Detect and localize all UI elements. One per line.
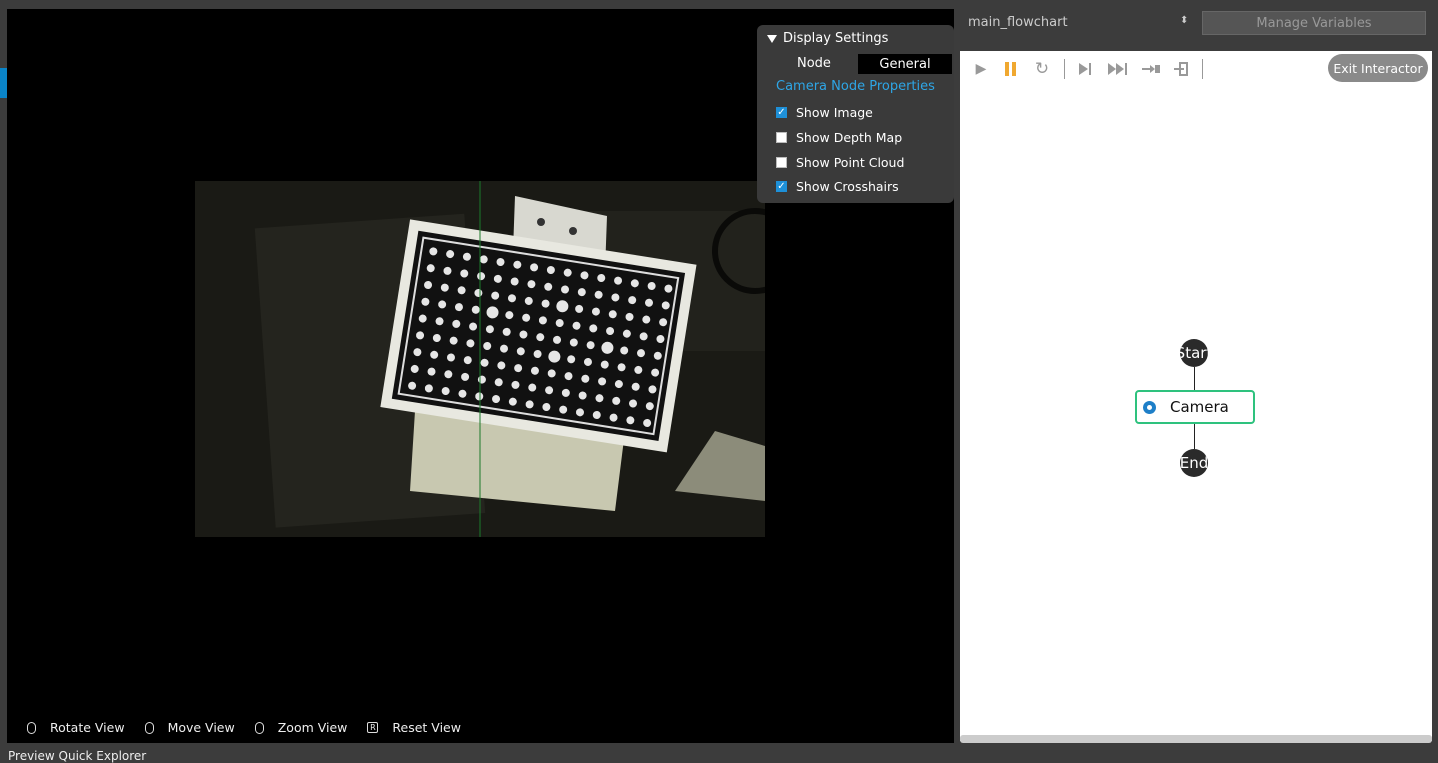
display-settings-title: Display Settings	[783, 31, 889, 46]
mouse-right-icon	[144, 721, 154, 734]
camera-node-label: Camera	[1170, 398, 1229, 416]
node-label: Node	[797, 56, 831, 71]
collapse-triangle-icon[interactable]	[767, 34, 777, 43]
fast-forward-icon[interactable]	[1108, 59, 1128, 79]
camera-image	[195, 181, 765, 537]
camera-icon	[1143, 400, 1156, 414]
connector-line	[1194, 367, 1195, 390]
zoom-view-hint: Zoom View	[254, 720, 348, 735]
mouse-wheel-icon	[254, 721, 264, 734]
option-show-image[interactable]: ✓ Show Image	[776, 105, 873, 120]
left-accent-bar	[0, 68, 7, 98]
select-arrows-icon[interactable]: ⬍	[1180, 15, 1188, 26]
rotate-view-label: Rotate View	[50, 720, 125, 735]
node-row: Node General	[757, 54, 954, 74]
pause-icon[interactable]	[1004, 59, 1018, 79]
option-label: Show Point Cloud	[796, 155, 905, 170]
camera-node-properties-link[interactable]: Camera Node Properties	[776, 79, 935, 94]
restart-icon[interactable]: ↻	[1034, 59, 1050, 79]
view-controls-bar: Rotate View Move View Zoom View R Reset …	[27, 720, 481, 735]
option-show-depth-map[interactable]: Show Depth Map	[776, 130, 902, 145]
end-node[interactable]: End	[1180, 449, 1208, 477]
3d-viewer[interactable]: Display Settings Node General Camera Nod…	[7, 9, 954, 743]
exit-interactor-button[interactable]: Exit Interactor	[1328, 54, 1428, 82]
move-view-label: Move View	[167, 720, 235, 735]
toolbar-divider	[1202, 59, 1203, 79]
play-icon[interactable]: ▶	[974, 59, 988, 79]
option-show-crosshairs[interactable]: ✓ Show Crosshairs	[776, 179, 899, 194]
manage-variables-button[interactable]: Manage Variables	[1202, 11, 1426, 35]
horizontal-scrollbar[interactable]	[960, 735, 1432, 743]
step-out-icon[interactable]	[1174, 59, 1192, 79]
checkbox-unchecked[interactable]	[776, 132, 787, 143]
reset-view-label: Reset View	[392, 720, 461, 735]
step-icon[interactable]	[1078, 59, 1094, 79]
flowchart-select[interactable]: main_flowchart	[968, 15, 1184, 30]
checkbox-unchecked[interactable]	[776, 157, 787, 168]
option-label: Show Crosshairs	[796, 179, 899, 194]
option-label: Show Image	[796, 105, 873, 120]
step-into-icon[interactable]	[1142, 59, 1160, 79]
rotate-view-hint: Rotate View	[27, 720, 125, 735]
option-show-point-cloud[interactable]: Show Point Cloud	[776, 155, 904, 170]
zoom-view-label: Zoom View	[277, 720, 348, 735]
start-node[interactable]: Start	[1180, 339, 1208, 367]
reset-view-hint: R Reset View	[367, 720, 461, 735]
checkbox-checked[interactable]: ✓	[776, 107, 787, 118]
display-settings-panel: Display Settings Node General Camera Nod…	[757, 25, 954, 203]
flowchart-panel: main_flowchart ⬍ Manage Variables ▶ ↻ Ex…	[954, 0, 1438, 760]
bottom-tab-strip: Preview Quick Explorer	[0, 745, 954, 763]
display-settings-header[interactable]: Display Settings	[767, 31, 888, 46]
move-view-hint: Move View	[144, 720, 235, 735]
flowchart-canvas[interactable]: ▶ ↻ Exit Interactor Start Camera End	[960, 51, 1432, 741]
option-label: Show Depth Map	[796, 130, 903, 145]
connector-line	[1194, 424, 1195, 449]
bottom-tabs-label[interactable]: Preview Quick Explorer	[8, 749, 146, 763]
checkbox-checked[interactable]: ✓	[776, 181, 787, 192]
camera-node[interactable]: Camera	[1135, 390, 1255, 424]
r-key-icon: R	[367, 722, 379, 733]
node-select[interactable]: General	[858, 54, 952, 74]
mouse-left-icon	[27, 721, 36, 734]
toolbar-divider	[1064, 59, 1065, 79]
